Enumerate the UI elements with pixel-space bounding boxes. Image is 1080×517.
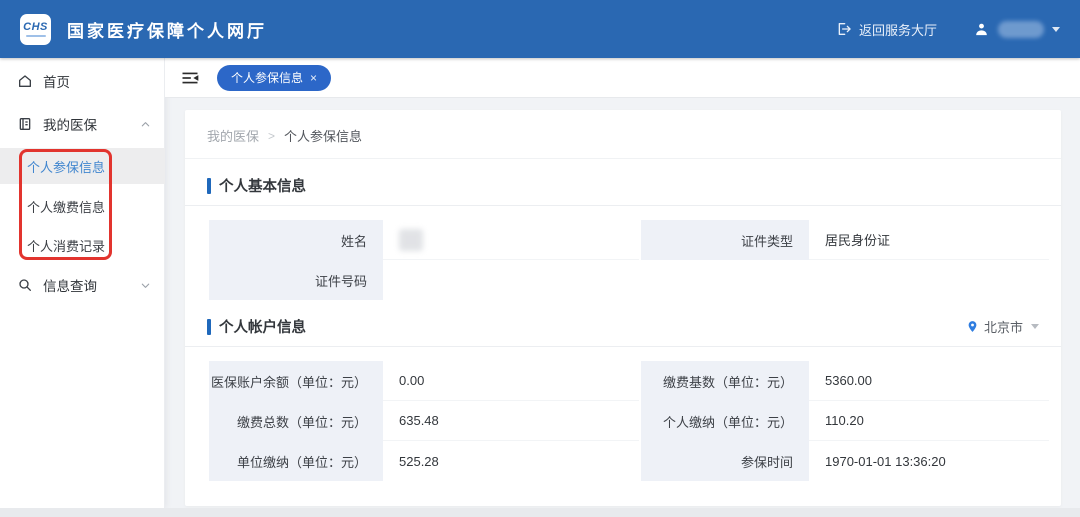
main-content: 我的医保 > 个人参保信息 个人基本信息 姓名 证件类型 居民身份证 证件号码: [165, 98, 1080, 517]
location-pin-icon: [966, 319, 979, 334]
exit-hall-icon: [836, 21, 852, 37]
enrollment-time-value: 1970-01-01 13:36:20: [809, 441, 1049, 481]
sidebar: 首页 我的医保 个人参保信息 个人缴费信息 个人消费: [0, 58, 165, 508]
sidebar-subitem-label: 个人缴费信息: [27, 197, 105, 216]
user-menu[interactable]: [973, 21, 1060, 38]
app-title: 国家医疗保障个人网厅: [67, 17, 267, 42]
sidebar-item-info-query[interactable]: 信息查询: [0, 267, 165, 303]
id-type-value: 居民身份证: [809, 220, 1049, 260]
enrollment-time-label: 参保时间: [639, 441, 809, 481]
chevron-down-icon: [140, 280, 151, 291]
tab-strip: 个人参保信息 ×: [165, 58, 1080, 98]
chs-logo: CHS: [20, 14, 51, 45]
payment-base-label: 缴费基数（单位：元）: [639, 361, 809, 401]
region-name: 北京市: [984, 317, 1023, 336]
content-card: 我的医保 > 个人参保信息 个人基本信息 姓名 证件类型 居民身份证 证件号码: [185, 110, 1061, 506]
header-actions: 返回服务大厅: [836, 20, 1060, 39]
tab-close-icon[interactable]: ×: [310, 72, 317, 84]
breadcrumb-current: 个人参保信息: [284, 126, 362, 145]
basic-info-table: 姓名 证件类型 居民身份证 证件号码: [207, 220, 1049, 300]
sidebar-item-my-insurance[interactable]: 我的医保: [0, 106, 165, 142]
region-selector[interactable]: 北京市: [966, 317, 1039, 336]
basic-info-section-header: 个人基本信息: [185, 159, 1061, 205]
top-header: CHS 国家医疗保障个人网厅 返回服务大厅: [0, 0, 1080, 58]
name-value: [383, 220, 639, 260]
name-value-redacted: [399, 229, 423, 251]
app-window: CHS 国家医疗保障个人网厅 返回服务大厅: [0, 0, 1080, 517]
balance-value: 0.00: [383, 361, 639, 401]
sidebar-subitem-label: 个人消费记录: [27, 236, 105, 255]
section-bar-icon: [207, 319, 211, 335]
employer-payment-value: 525.28: [383, 441, 639, 481]
sidebar-subitem-label: 个人参保信息: [27, 157, 105, 176]
sidebar-subitem-insurance-info[interactable]: 个人参保信息: [0, 148, 165, 184]
account-info-title: 个人帐户信息: [219, 316, 306, 337]
sidebar-subitem-payment-info[interactable]: 个人缴费信息: [0, 188, 165, 224]
collapse-sidebar-icon[interactable]: [179, 67, 201, 89]
chs-logo-subtext: [26, 35, 46, 37]
personal-payment-label: 个人缴纳（单位：元）: [639, 401, 809, 441]
return-hall-label: 返回服务大厅: [859, 20, 937, 39]
sidebar-item-label: 信息查询: [43, 275, 97, 295]
search-icon: [16, 277, 34, 293]
balance-label: 医保账户余额（单位：元）: [207, 361, 383, 401]
chevron-up-icon: [140, 119, 151, 130]
employer-payment-label: 单位缴纳（单位：元）: [207, 441, 383, 481]
breadcrumb-parent[interactable]: 我的医保: [207, 126, 259, 145]
page-bottom-edge: [0, 508, 1080, 517]
payment-base-value: 5360.00: [809, 361, 1049, 401]
total-payment-value: 635.48: [383, 401, 639, 441]
sidebar-item-label: 我的医保: [43, 114, 97, 134]
sidebar-item-home[interactable]: 首页: [0, 63, 165, 99]
sidebar-item-label: 首页: [43, 71, 70, 91]
personal-payment-value: 110.20: [809, 401, 1049, 441]
total-payment-label: 缴费总数（单位：元）: [207, 401, 383, 441]
breadcrumb-separator: >: [268, 129, 275, 143]
tab-personal-insurance-info[interactable]: 个人参保信息 ×: [217, 65, 331, 91]
user-icon: [973, 21, 990, 38]
username-redacted: [998, 21, 1044, 38]
sidebar-subitem-consumption-records[interactable]: 个人消费记录: [0, 227, 165, 263]
account-info-section-header: 个人帐户信息 北京市: [185, 300, 1061, 346]
id-number-label: 证件号码: [207, 260, 383, 300]
insurance-doc-icon: [16, 116, 34, 132]
account-info-table: 医保账户余额（单位：元） 0.00 缴费基数（单位：元） 5360.00 缴费总…: [207, 361, 1049, 481]
user-caret-icon: [1052, 27, 1060, 32]
divider: [185, 205, 1061, 206]
chs-logo-text: CHS: [23, 22, 48, 33]
name-label: 姓名: [207, 220, 383, 260]
id-type-label: 证件类型: [639, 220, 809, 260]
return-hall-button[interactable]: 返回服务大厅: [836, 20, 937, 39]
divider: [185, 346, 1061, 347]
home-icon: [16, 73, 34, 89]
basic-info-title: 个人基本信息: [219, 175, 306, 196]
region-caret-icon: [1031, 324, 1039, 329]
breadcrumb: 我的医保 > 个人参保信息: [185, 110, 1061, 159]
id-number-value: [383, 260, 1049, 300]
tab-label: 个人参保信息: [231, 69, 303, 86]
section-bar-icon: [207, 178, 211, 194]
